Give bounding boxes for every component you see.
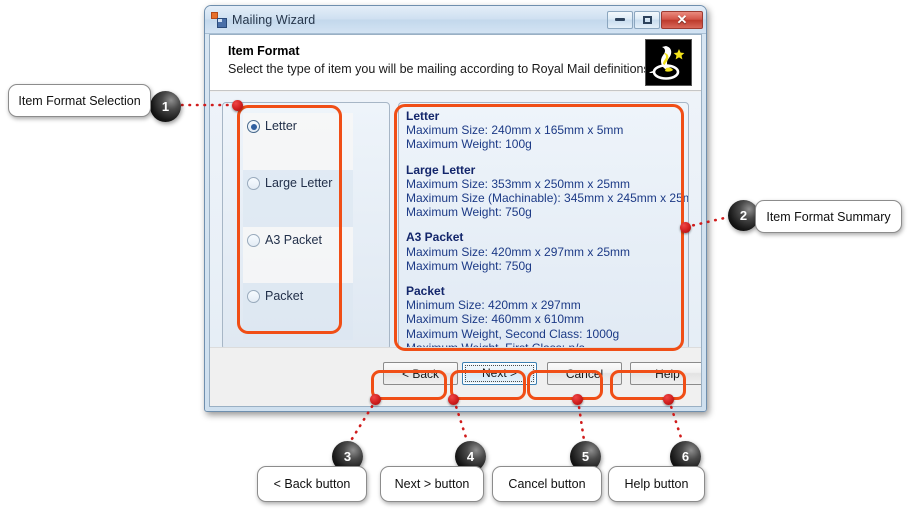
radio-indicator	[247, 233, 260, 247]
close-icon: ✕	[676, 12, 688, 27]
summary-line: Maximum Size: 240mm x 165mm x 5mm	[406, 123, 624, 138]
radio-option-a3-packet[interactable]: A3 Packet	[243, 226, 353, 284]
radio-option-packet[interactable]: Packet	[243, 283, 353, 340]
radio-indicator	[247, 176, 260, 190]
summary-group-a3-packet: A3 Packet Maximum Size: 420mm x 297mm x …	[406, 230, 682, 273]
callout-label-6: Help button	[608, 466, 705, 502]
item-format-selection-panel: Letter Large Letter A3 Packet Packet	[222, 102, 390, 350]
help-button-label: Help	[655, 366, 680, 381]
anchor-dot-2	[680, 222, 691, 233]
close-button[interactable]: ✕	[661, 10, 703, 29]
summary-heading: Letter	[406, 109, 440, 123]
next-button-label: Next >	[464, 365, 534, 382]
summary-line: Maximum Weight: 750g	[406, 258, 532, 273]
cancel-button[interactable]: Cancel	[547, 362, 622, 385]
anchor-dot-1	[232, 100, 243, 111]
callout-badge-1: 1	[150, 91, 181, 122]
summary-line: Maximum Size: 460mm x 610mm	[406, 312, 585, 327]
summary-line: Maximum Weight: 100g	[406, 137, 532, 152]
callout-label-5: Cancel button	[492, 466, 602, 502]
anchor-dot-5	[572, 394, 583, 405]
radio-label: Letter	[265, 119, 297, 133]
radio-indicator	[247, 290, 260, 304]
summary-line: Maximum Size: 353mm x 250mm x 25mm	[406, 176, 631, 191]
summary-line: Maximum Size (Machinable): 345mm x 245mm…	[406, 191, 689, 206]
minimize-button[interactable]	[607, 10, 633, 29]
radio-label: A3 Packet	[265, 232, 322, 247]
radio-label: Large Letter	[265, 175, 333, 190]
summary-line: Minimum Size: 420mm x 297mm	[406, 298, 581, 313]
item-format-summary-panel: Letter Maximum Size: 240mm x 165mm x 5mm…	[398, 102, 689, 350]
summary-group-letter: Letter Maximum Size: 240mm x 165mm x 5mm…	[406, 109, 682, 152]
radio-indicator-selected	[247, 120, 260, 133]
window-title: Mailing Wizard	[232, 12, 316, 27]
maximize-icon	[642, 15, 652, 24]
callout-label-4: Next > button	[380, 466, 484, 502]
summary-group-large-letter: Large Letter Maximum Size: 353mm x 250mm…	[406, 162, 689, 220]
summary-group-packet: Packet Minimum Size: 420mm x 297mm Maxim…	[406, 284, 682, 349]
next-button[interactable]: Next >	[462, 362, 537, 385]
radio-option-letter[interactable]: Letter	[243, 113, 353, 170]
anchor-dot-3	[370, 394, 381, 405]
page-subtitle: Select the type of item you will be mail…	[228, 62, 654, 76]
window-client-area: Item Format Select the type of item you …	[209, 34, 702, 407]
summary-line: Maximum Size: 420mm x 297mm x 25mm	[406, 244, 631, 259]
summary-heading: Large Letter	[406, 162, 476, 177]
item-format-summary-text: Letter Maximum Size: 240mm x 165mm x 5mm…	[406, 109, 689, 349]
help-button[interactable]: Help	[630, 362, 701, 385]
back-button-label: < Back	[401, 366, 440, 381]
mailing-wizard-window: Mailing Wizard ✕ Item Format Select the …	[204, 5, 707, 412]
cancel-button-label: Cancel	[565, 366, 604, 381]
maximize-button[interactable]	[634, 10, 660, 29]
genie-lamp-logo-icon	[645, 39, 692, 86]
summary-heading: A3 Packet	[406, 230, 464, 245]
window-titlebar[interactable]: Mailing Wizard ✕	[205, 6, 706, 34]
callout-label-2: Item Format Summary	[755, 200, 902, 233]
radio-label: Packet	[265, 289, 304, 304]
summary-line: Maximum Weight: 750g	[406, 205, 532, 220]
item-format-radio-list[interactable]: Letter Large Letter A3 Packet Packet	[243, 113, 353, 340]
callout-label-3: < Back button	[257, 466, 367, 502]
summary-heading: Packet	[406, 284, 445, 299]
radio-option-large-letter[interactable]: Large Letter	[243, 169, 353, 227]
back-button[interactable]: < Back	[383, 362, 458, 385]
window-controls: ✕	[607, 10, 703, 29]
anchor-dot-4	[448, 394, 459, 405]
minimize-icon	[615, 18, 625, 21]
summary-line: Maximum Weight, Second Class: 1000g	[406, 326, 620, 341]
app-window-icon	[211, 11, 227, 28]
callout-label-1: Item Format Selection	[8, 84, 151, 117]
wizard-body: Letter Large Letter A3 Packet Packet Let…	[210, 92, 701, 350]
wizard-header: Item Format Select the type of item you …	[210, 35, 701, 91]
anchor-dot-6	[663, 394, 674, 405]
page-title: Item Format	[228, 44, 300, 58]
